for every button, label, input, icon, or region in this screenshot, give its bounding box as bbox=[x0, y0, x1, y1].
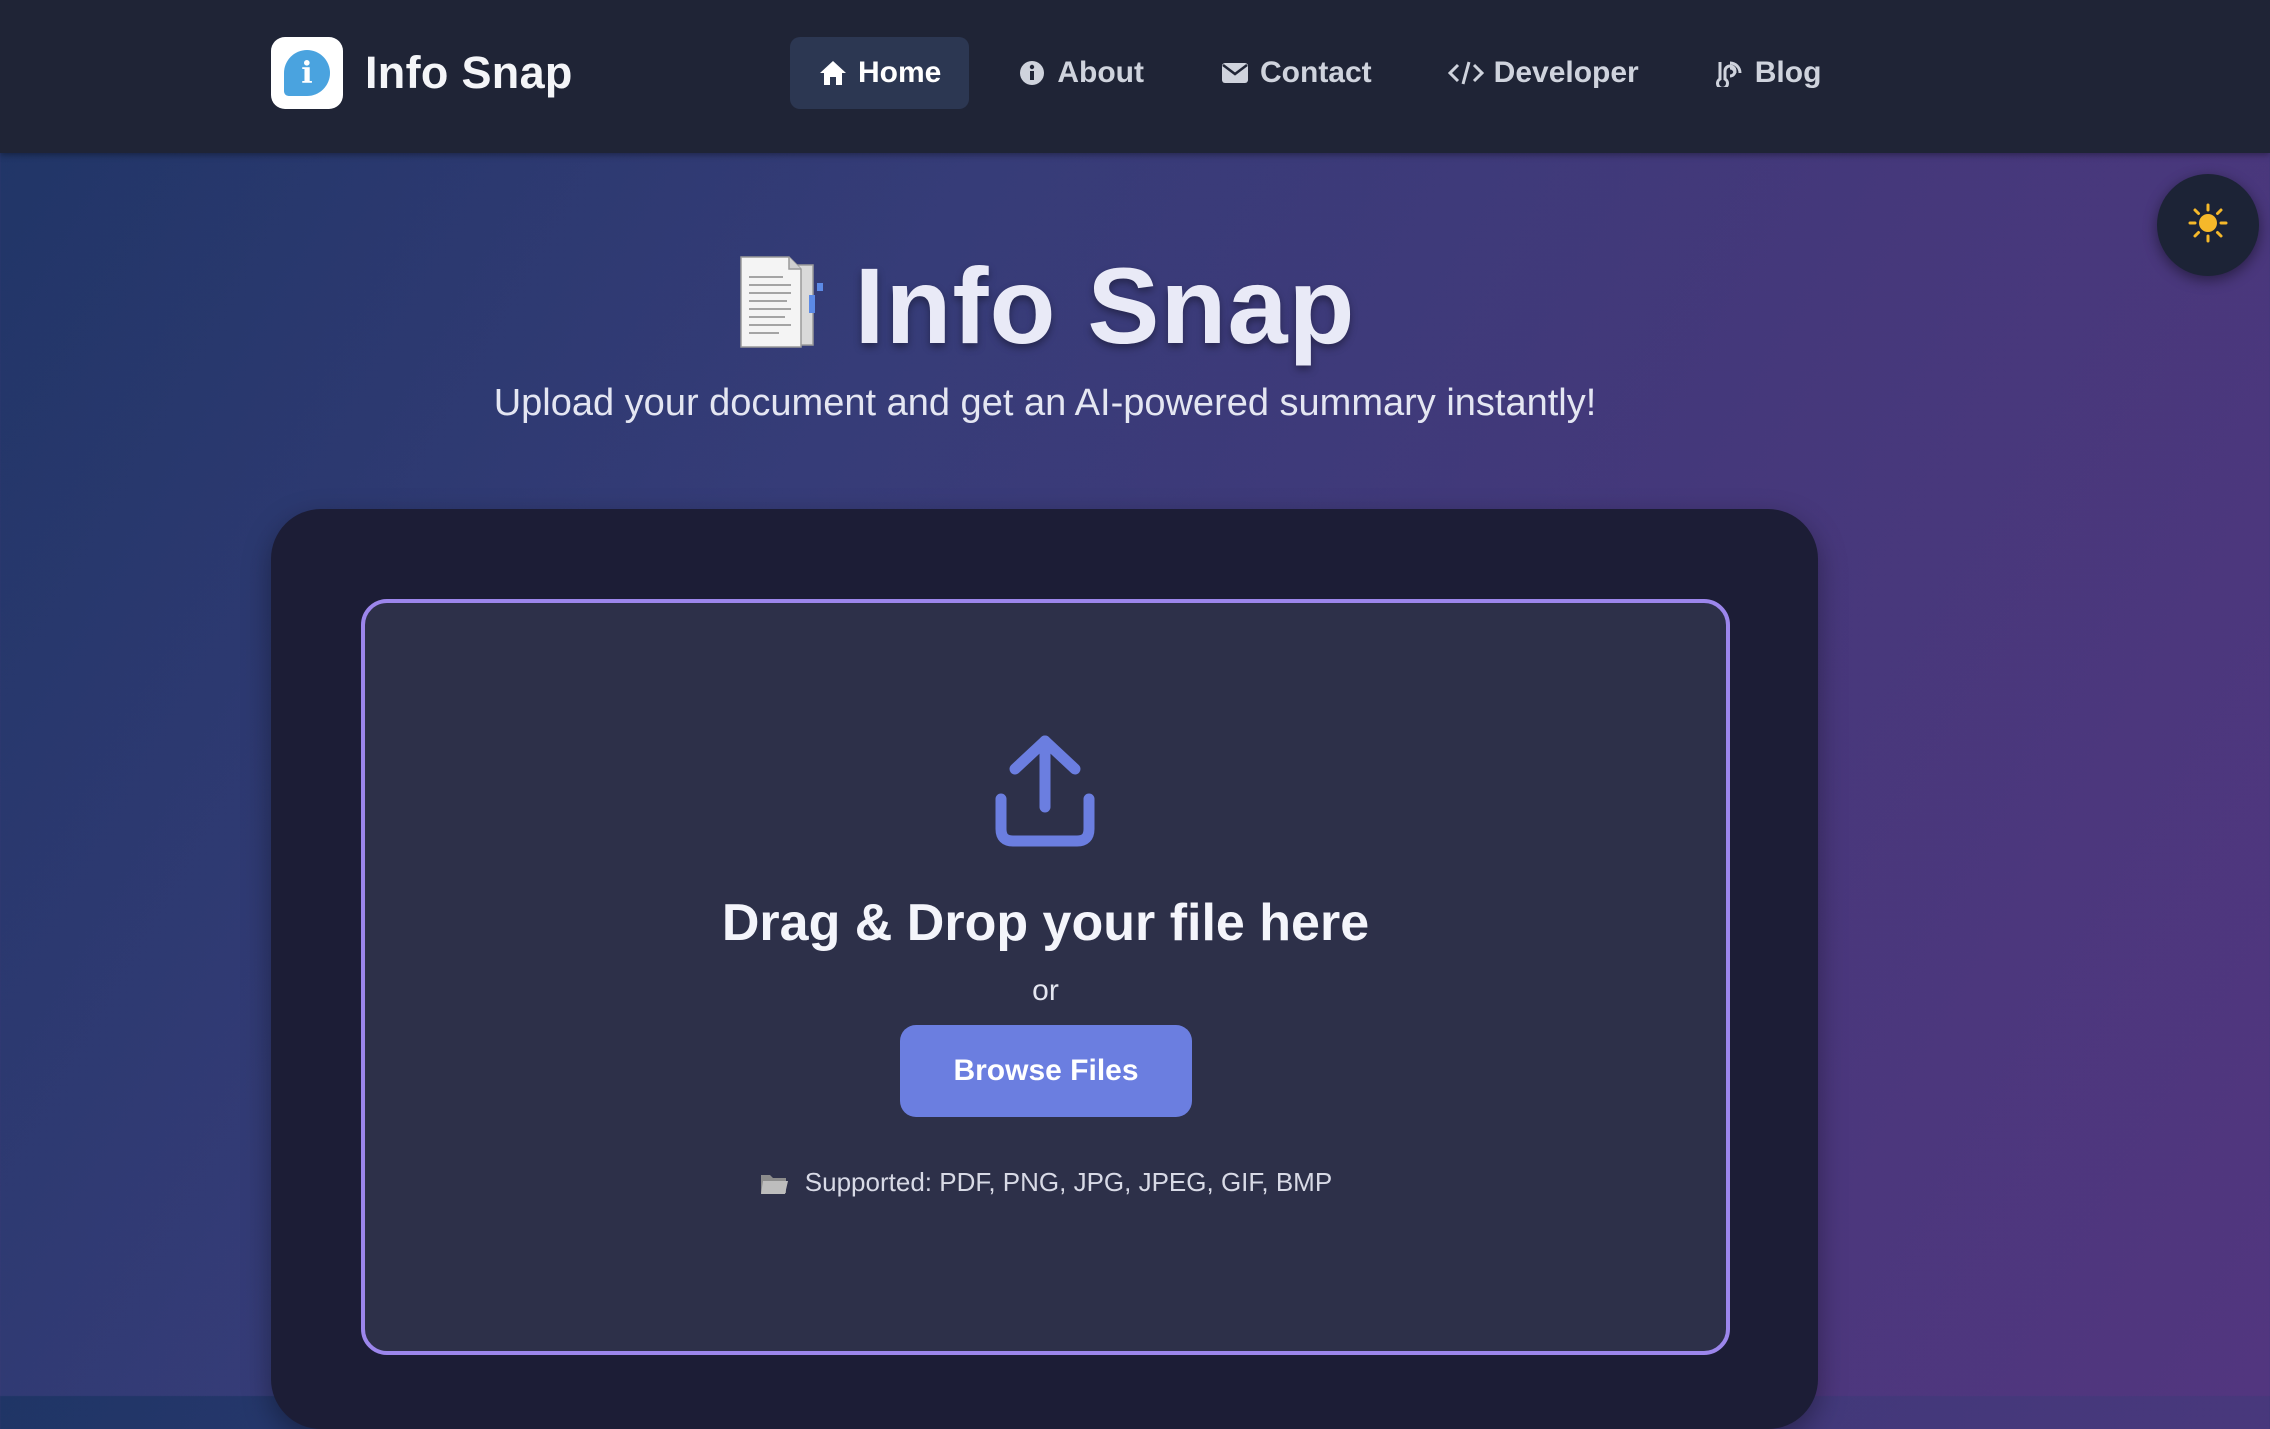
dropzone[interactable]: Drag & Drop your file here or Browse Fil… bbox=[361, 599, 1730, 1355]
upload-icon bbox=[991, 733, 1099, 849]
nav-item-contact[interactable]: Contact bbox=[1192, 37, 1400, 109]
browse-files-button[interactable]: Browse Files bbox=[900, 1025, 1192, 1117]
brand-name: Info Snap bbox=[365, 47, 573, 98]
nav-item-label: About bbox=[1057, 56, 1144, 89]
theme-toggle-button[interactable] bbox=[2157, 174, 2259, 276]
nav-item-developer[interactable]: Developer bbox=[1420, 37, 1667, 109]
upload-card: Drag & Drop your file here or Browse Fil… bbox=[271, 509, 1818, 1429]
nav-item-label: Blog bbox=[1754, 56, 1822, 89]
info-logo-icon: i bbox=[284, 50, 330, 96]
hero-title: Info Snap bbox=[0, 240, 2090, 370]
brand-logo: i bbox=[271, 37, 343, 109]
home-icon bbox=[818, 58, 848, 88]
navbar: i Info Snap Home About Contact Developer… bbox=[0, 0, 2270, 153]
envelope-icon bbox=[1220, 58, 1250, 88]
nav-item-label: Home bbox=[858, 56, 942, 89]
supported-formats: Supported: PDF, PNG, JPG, JPEG, GIF, BMP bbox=[365, 1167, 1726, 1198]
nav-item-about[interactable]: About bbox=[989, 37, 1172, 109]
nav-item-label: Contact bbox=[1260, 56, 1372, 89]
nav-links: Home About Contact Developer Blog bbox=[790, 37, 1869, 109]
info-circle-icon bbox=[1017, 58, 1047, 88]
blog-icon bbox=[1715, 58, 1745, 88]
drop-or-text: or bbox=[1032, 974, 1059, 1007]
brand[interactable]: i Info Snap bbox=[271, 37, 573, 109]
supported-formats-text: Supported: PDF, PNG, JPG, JPEG, GIF, BMP bbox=[804, 1167, 1333, 1197]
folder-icon bbox=[759, 1170, 789, 1196]
nav-item-blog[interactable]: Blog bbox=[1687, 37, 1850, 109]
code-icon bbox=[1447, 58, 1484, 88]
sun-icon bbox=[2188, 203, 2228, 248]
hero-subtitle: Upload your document and get an AI-power… bbox=[493, 382, 1597, 424]
hero-title-text: Info Snap bbox=[854, 244, 1356, 366]
document-icon bbox=[735, 255, 825, 355]
drop-title: Drag & Drop your file here bbox=[721, 894, 1370, 952]
nav-item-home[interactable]: Home bbox=[790, 37, 970, 109]
nav-item-label: Developer bbox=[1493, 56, 1639, 89]
